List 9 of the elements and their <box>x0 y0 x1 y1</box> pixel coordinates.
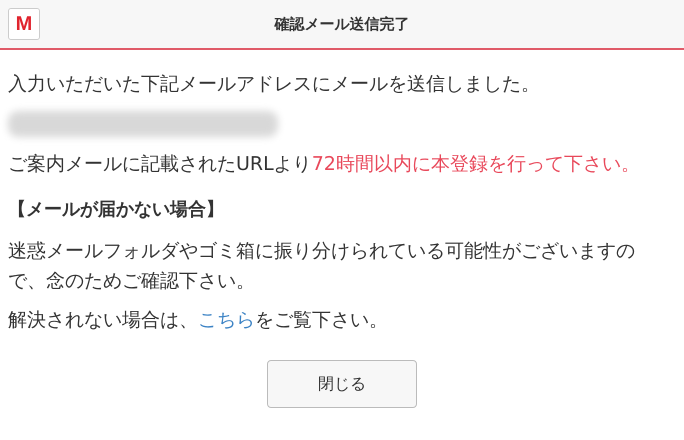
section-text: 迷惑メールフォルダやゴミ箱に振り分けられている可能性がございますので、念のためご確認下さい。 <box>8 239 636 294</box>
instruction-text: ご案内メールに記載されたURLより 72時間以内に本登録を行って下さい。 <box>8 152 641 177</box>
help-text: 解決されない場合は、こちら をご覧下さい。 <box>8 308 389 333</box>
message-text: 入力いただいた下記メールアドレスにメールを送信しました。 <box>8 72 541 97</box>
section-heading: 【メールが届かない場合】 <box>8 198 225 222</box>
dialog-title: 確認メール送信完了 <box>274 14 410 34</box>
link[interactable]: こちら <box>198 309 255 331</box>
close-button[interactable]: 閉じる <box>267 360 417 408</box>
logo: M <box>8 8 40 40</box>
